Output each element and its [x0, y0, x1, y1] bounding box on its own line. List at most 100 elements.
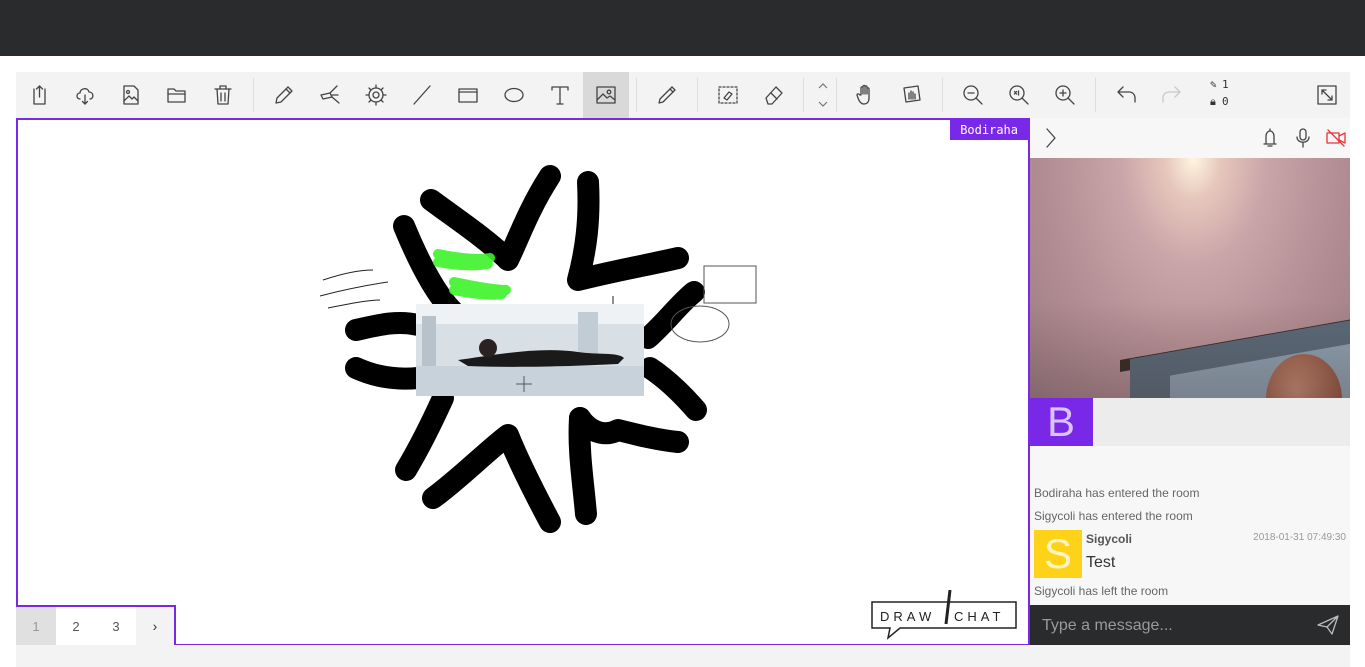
page-tab-2[interactable]: 2: [56, 607, 96, 645]
line-icon: [413, 85, 431, 105]
chevron-up-icon: [818, 83, 828, 89]
toolbar-separator: [942, 78, 943, 112]
export-icon: [33, 85, 46, 105]
chevron-down-icon: [818, 101, 828, 107]
export-button[interactable]: [16, 72, 62, 118]
microphone-button[interactable]: [1291, 126, 1315, 150]
text-icon: [551, 86, 569, 105]
hand-icon: [856, 84, 870, 105]
page-tab-3[interactable]: 3: [96, 607, 136, 645]
toolbar: ✎ 1 🔒︎ 0: [16, 72, 1350, 118]
drag-page-tool[interactable]: [889, 72, 935, 118]
text-tool[interactable]: [537, 72, 583, 118]
drag-page-icon: [903, 85, 921, 103]
rectangle-icon: [458, 88, 478, 103]
top-bar: [0, 0, 1365, 56]
image-file-icon: [123, 85, 139, 105]
zoom-in-icon: [1055, 85, 1075, 105]
undo-button[interactable]: [1103, 72, 1149, 118]
zoom-reset-button[interactable]: [996, 72, 1042, 118]
pencil-icon: [275, 86, 293, 104]
stroke-lower-right: [569, 407, 689, 453]
zoom-out-icon: [963, 85, 983, 105]
logo-text-left: DRAW: [880, 609, 935, 624]
toolbar-separator: [1095, 78, 1096, 112]
video-feed: [1030, 158, 1350, 398]
page-tab-1[interactable]: 1: [16, 607, 56, 645]
fullscreen-button[interactable]: [1304, 72, 1350, 118]
drawn-rectangle: [703, 265, 757, 304]
image-tool[interactable]: [583, 72, 629, 118]
drawing-content: [319, 165, 757, 533]
page-tabs: 1 2 3 ›: [16, 605, 176, 645]
eyedropper-icon: [658, 86, 676, 104]
size-stepper[interactable]: [810, 72, 836, 118]
toolbar-separator: [253, 78, 254, 112]
redo-icon: [1162, 86, 1181, 103]
video-off-icon: [1326, 129, 1346, 147]
zoom-in-button[interactable]: [1042, 72, 1088, 118]
upload-cloud-button[interactable]: [62, 72, 108, 118]
trash-button[interactable]: [200, 72, 246, 118]
undo-icon: [1117, 86, 1136, 103]
chevron-right-icon: [1046, 128, 1056, 148]
drawchat-logo: DRAW CHAT: [870, 589, 1018, 640]
self-avatar[interactable]: B: [1029, 398, 1093, 446]
chat-message-input[interactable]: [1040, 613, 1304, 639]
camera-button[interactable]: [1324, 126, 1348, 150]
eraser-icon: [765, 86, 783, 105]
eyedropper-tool[interactable]: [644, 72, 690, 118]
hand-tool[interactable]: [843, 72, 889, 118]
select-eraser-tool[interactable]: [705, 72, 751, 118]
toolbar-separator: [636, 78, 637, 112]
counters: ✎ 1 🔒︎ 0: [1210, 76, 1229, 110]
save-image-button[interactable]: [108, 72, 154, 118]
stroke-left-mid2: [345, 357, 429, 390]
lock-icon: 🔒︎: [1210, 95, 1216, 108]
message-timestamp: 2018-01-31 07:49:30: [1253, 532, 1346, 543]
microphone-icon: [1296, 128, 1310, 148]
cloud-upload-icon: [76, 88, 94, 105]
fullscreen-icon: [1317, 85, 1337, 105]
stroke-lower-right2: [568, 407, 597, 525]
ellipse-tool[interactable]: [491, 72, 537, 118]
inserted-photo[interactable]: [416, 304, 644, 396]
message-author: Sigycoli: [1086, 532, 1133, 546]
send-button[interactable]: [1316, 613, 1340, 637]
highlighter-tool[interactable]: [307, 72, 353, 118]
trash-icon: [214, 85, 232, 105]
pen-count-icon: ✎: [1210, 78, 1217, 91]
stroke-right-top: [637, 281, 705, 349]
toolbar-separator: [803, 78, 804, 112]
zoom-out-button[interactable]: [950, 72, 996, 118]
line-tool[interactable]: [399, 72, 445, 118]
bottom-strip: [16, 645, 1350, 667]
system-message: Bodiraha has entered the room: [1034, 486, 1200, 500]
zoom-reset-icon: [1009, 85, 1029, 105]
eraser-tool[interactable]: [751, 72, 797, 118]
settings-tool[interactable]: [353, 72, 399, 118]
pen-count: 1: [1222, 78, 1229, 91]
ellipse-icon: [504, 87, 524, 103]
logo-text-right: CHAT: [954, 609, 1004, 624]
gear-icon: [365, 84, 387, 106]
stroke-left-bottom: [395, 387, 454, 481]
chat-message: S Sigycoli 2018-01-31 07:49:30 Test: [1034, 530, 1346, 578]
next-page-button[interactable]: ›: [136, 607, 174, 645]
notification-button[interactable]: [1258, 126, 1282, 150]
image-icon: [596, 86, 616, 104]
redo-button[interactable]: [1149, 72, 1195, 118]
collapse-panel-button[interactable]: [1038, 126, 1062, 150]
message-text: Test: [1086, 554, 1116, 571]
stroke-upper-right: [567, 171, 689, 291]
stroke-lower-left: [422, 424, 561, 533]
chat-input-bar: [1030, 605, 1350, 645]
drawing-canvas[interactable]: Bodiraha: [16, 118, 1030, 646]
toolbar-separator: [836, 78, 837, 112]
select-eraser-icon: [718, 86, 738, 104]
side-panel-header: [1030, 118, 1350, 158]
pencil-tool[interactable]: [261, 72, 307, 118]
open-folder-button[interactable]: [154, 72, 200, 118]
drawn-ellipse: [670, 305, 730, 343]
rectangle-tool[interactable]: [445, 72, 491, 118]
